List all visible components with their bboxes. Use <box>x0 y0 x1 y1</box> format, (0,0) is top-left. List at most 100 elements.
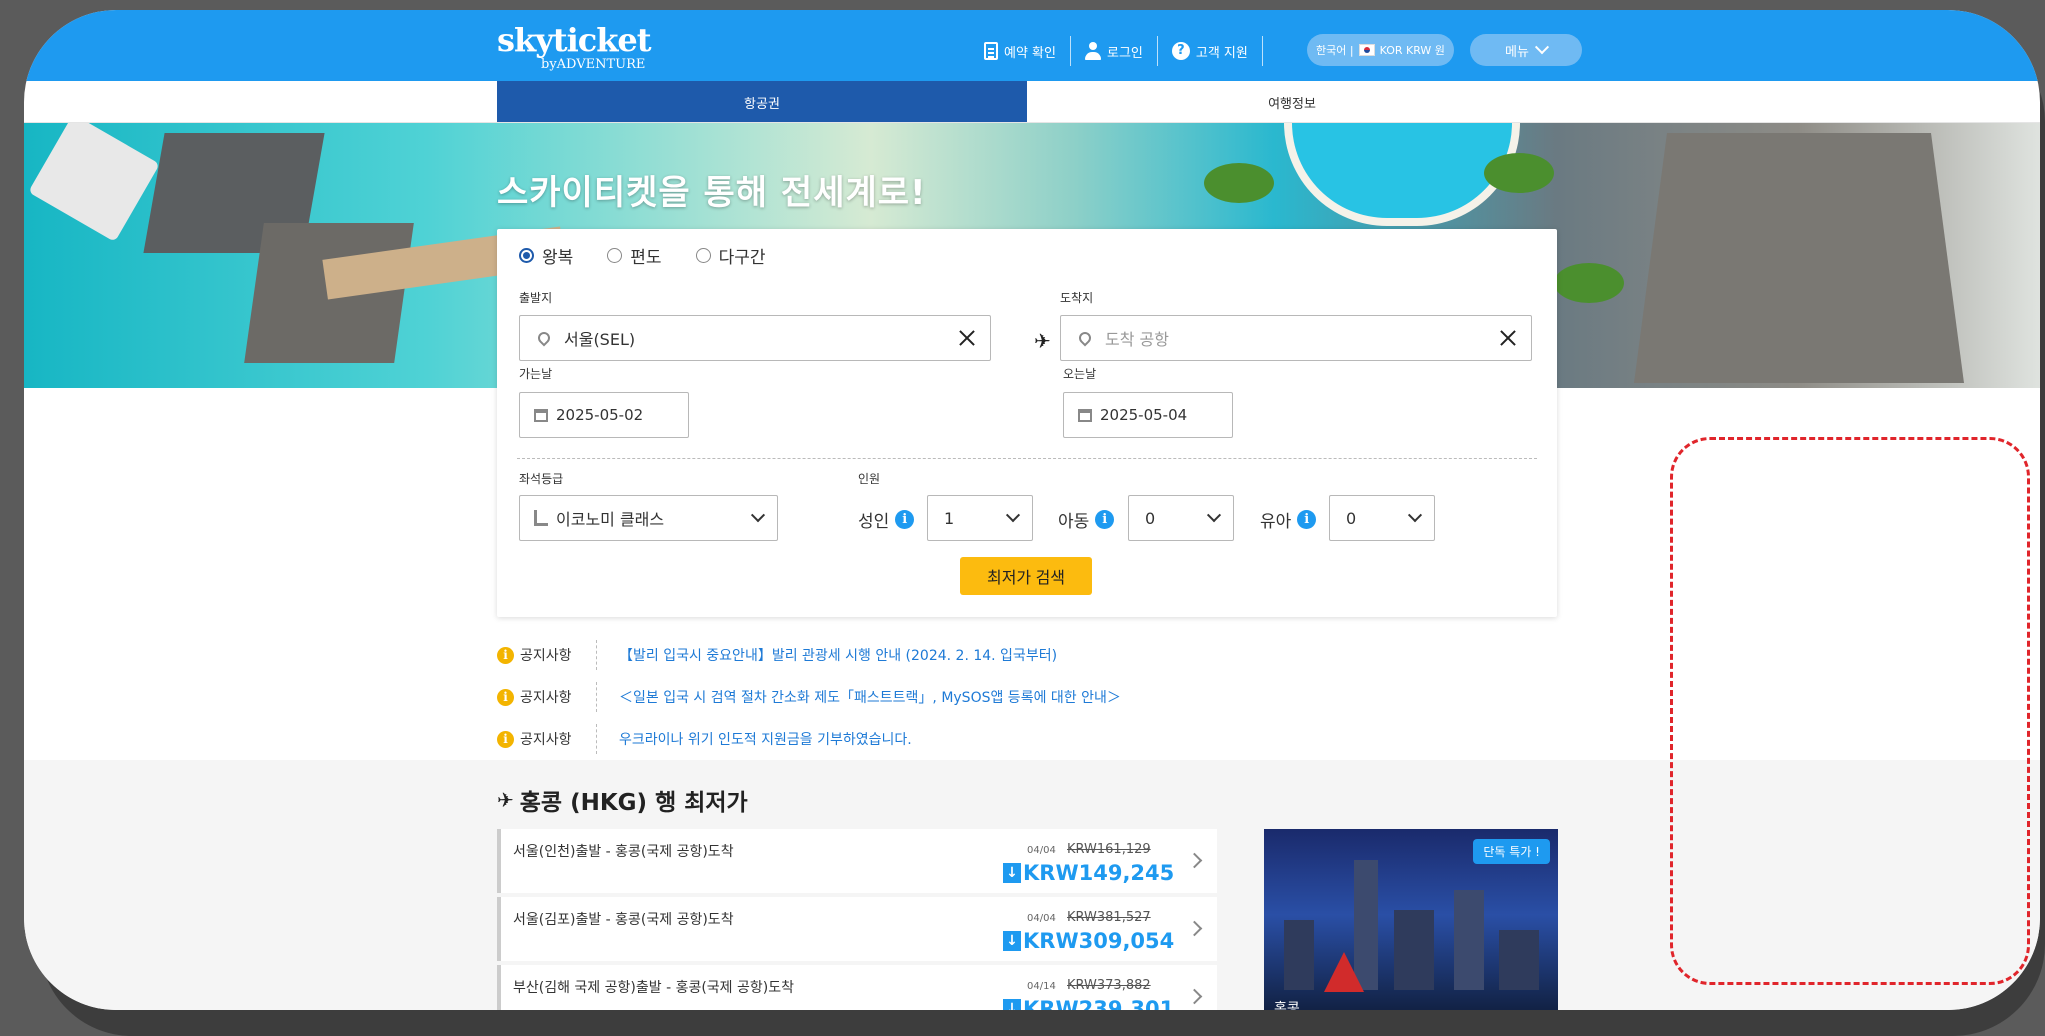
infant-count-select[interactable]: 0 <box>1329 495 1435 541</box>
notice-title: 공지사항 <box>520 648 572 664</box>
user-icon <box>1084 42 1101 60</box>
menu-button[interactable]: 메뉴 <box>1470 34 1582 66</box>
radio-one-way[interactable]: 편도 <box>607 243 662 268</box>
return-date-value: 2025-05-04 <box>1100 406 1188 424</box>
villa-roof-shape <box>1634 133 1964 383</box>
adult-count-value: 1 <box>944 508 955 528</box>
route-date: 04/04 <box>1027 913 1056 924</box>
notice-icon: i <box>497 730 514 748</box>
calendar-icon <box>534 408 548 422</box>
deal-route-item[interactable]: 서울(김포)출발 - 홍콩(국제 공항)도착 04/04 KRW381,527 … <box>497 897 1217 961</box>
header-nav: 예약 확인 로그인 ? 고객 지원 <box>984 34 1263 68</box>
location-pin-icon <box>1076 329 1094 347</box>
browser-window: skyticket byADVENTURE 예약 확인 로그인 ? 고객 지원 … <box>24 10 2040 1010</box>
origin-value: 서울(SEL) <box>564 330 636 349</box>
language-label: 한국어 | <box>1316 44 1354 57</box>
notice-divider <box>596 640 597 670</box>
notice-icon: i <box>497 646 514 664</box>
destination-input[interactable]: 도착 공항 <box>1060 315 1532 361</box>
annotation-dashed-box <box>1670 437 2030 985</box>
route-price-group: ↓ KRW149,245 <box>1003 861 1174 885</box>
radio-label: 편도 <box>630 248 662 268</box>
route-date: 04/04 <box>1027 845 1056 856</box>
route-price: KRW239,301 <box>1023 997 1175 1010</box>
chevron-down-icon <box>1206 508 1222 523</box>
palm-tree-shape <box>1554 263 1624 303</box>
info-icon[interactable]: i <box>895 510 915 529</box>
notice-link[interactable]: 우크라이나 위기 인도적 지원금을 기부하였습니다. <box>619 729 912 749</box>
infant-label-group: 유아 i <box>1260 507 1317 532</box>
notice-divider <box>596 682 597 712</box>
clear-origin-icon[interactable] <box>956 327 978 349</box>
palm-tree-shape <box>1204 163 1274 203</box>
chevron-right-icon <box>1186 852 1203 869</box>
cabin-class-select[interactable]: 이코노미 클래스 <box>519 495 778 541</box>
tab-flights[interactable]: 항공권 <box>497 81 1027 123</box>
child-count-select[interactable]: 0 <box>1128 495 1234 541</box>
boat-shape <box>28 123 160 242</box>
currency-label: KOR KRW 원 <box>1379 44 1445 57</box>
info-icon[interactable]: i <box>1095 510 1115 529</box>
infant-label: 유아 <box>1260 512 1292 532</box>
clear-destination-icon[interactable] <box>1497 327 1519 349</box>
adult-count-select[interactable]: 1 <box>927 495 1033 541</box>
cabin-class-label: 좌석등급 <box>519 472 564 486</box>
radio-round-trip[interactable]: 왕복 <box>519 243 573 268</box>
price-down-icon: ↓ <box>1003 931 1021 951</box>
child-label-group: 아동 i <box>1058 507 1115 532</box>
swap-airports-icon[interactable]: ✈ <box>1034 329 1051 353</box>
palm-tree-shape <box>1484 153 1554 193</box>
login-label: 로그인 <box>1106 45 1143 61</box>
calendar-icon <box>1078 408 1092 422</box>
cabin-class-value: 이코노미 클래스 <box>556 510 665 529</box>
language-currency-selector[interactable]: 한국어 | KOR KRW 원 <box>1307 34 1454 66</box>
login-link[interactable]: 로그인 <box>1071 42 1157 61</box>
document-icon <box>984 42 998 60</box>
adult-label: 성인 <box>858 512 890 532</box>
tab-travel-info[interactable]: 여행정보 <box>1027 81 1557 123</box>
korea-flag-icon <box>1358 44 1375 56</box>
location-pin-icon <box>535 329 553 347</box>
customer-support-label: 고객 지원 <box>1195 45 1248 61</box>
notice-row: i 공지사항 우크라이나 위기 인도적 지원금을 기부하였습니다. <box>497 724 912 754</box>
reservation-check-link[interactable]: 예약 확인 <box>984 42 1070 61</box>
deals-title: 홍콩 (HKG) 행 최저가 <box>519 790 748 816</box>
skyline-building-shape <box>1454 890 1484 990</box>
route-price: KRW309,054 <box>1023 929 1175 953</box>
depart-date-input[interactable]: 2025-05-02 <box>519 392 689 438</box>
lowest-price-search-button[interactable]: 최저가 검색 <box>960 557 1092 595</box>
radio-unchecked-icon <box>695 248 711 263</box>
radio-label: 왕복 <box>542 248 574 268</box>
flight-search-form: 왕복 편도 다구간 출발지 서울(SEL) ✈ 도착지 도착 공항 가는날 20… <box>497 229 1557 617</box>
trip-type-radios: 왕복 편도 다구간 <box>519 243 765 268</box>
deal-route-item[interactable]: 서울(인천)출발 - 홍콩(국제 공항)도착 04/04 KRW161,129 … <box>497 829 1217 893</box>
chevron-down-icon <box>1407 508 1423 523</box>
destination-placeholder: 도착 공항 <box>1105 330 1169 349</box>
notice-link[interactable]: ＜일본 입국 시 검역 절차 간소화 제도「패스트트랙」, MySOS앱 등록에… <box>619 687 1121 707</box>
notice-link[interactable]: 【발리 입국시 중요안내】발리 관광세 시행 안내 (2024. 2. 14. … <box>619 645 1057 665</box>
return-date-input[interactable]: 2025-05-04 <box>1063 392 1233 438</box>
customer-support-link[interactable]: ? 고객 지원 <box>1158 42 1262 61</box>
chevron-down-icon <box>1005 508 1021 523</box>
child-label: 아동 <box>1058 512 1090 532</box>
help-icon: ? <box>1171 42 1190 60</box>
skyline-building-shape <box>1354 860 1378 990</box>
skyticket-logo[interactable]: skyticket byADVENTURE <box>497 24 652 72</box>
origin-label: 출발지 <box>519 291 553 305</box>
chevron-down-icon <box>750 508 766 523</box>
chevron-down-icon <box>1534 40 1550 55</box>
notice-row: i 공지사항 ＜일본 입국 시 검역 절차 간소화 제도「패스트트랙」, MyS… <box>497 682 1121 712</box>
notice-icon: i <box>497 688 514 706</box>
deal-route-item[interactable]: 부산(김해 국제 공항)출발 - 홍콩(국제 공항)도착 04/14 KRW37… <box>497 965 1217 1010</box>
radio-label: 다구간 <box>718 248 766 268</box>
notice-title: 공지사항 <box>520 690 572 706</box>
notice-row: i 공지사항 【발리 입국시 중요안내】발리 관광세 시행 안내 (2024. … <box>497 640 1057 670</box>
info-icon[interactable]: i <box>1297 510 1317 529</box>
route-price: KRW149,245 <box>1023 861 1175 885</box>
origin-input[interactable]: 서울(SEL) <box>519 315 991 361</box>
reservation-check-label: 예약 확인 <box>1004 45 1056 61</box>
radio-multi-city[interactable]: 다구간 <box>695 243 766 268</box>
hong-kong-promo-banner[interactable]: 단독 특가 ! 홍콩 <box>1264 829 1558 1010</box>
depart-date-value: 2025-05-02 <box>556 406 644 424</box>
skyline-building-shape <box>1499 930 1539 990</box>
